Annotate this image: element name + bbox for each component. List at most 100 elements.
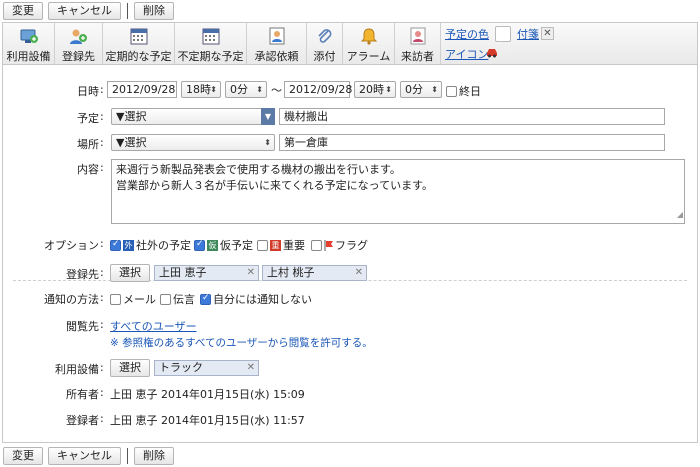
registrants-label: 登録先	[66, 268, 99, 281]
notify-message[interactable]: 伝言	[160, 291, 195, 307]
toolbar-registrant[interactable]: 登録先	[55, 23, 103, 64]
content-line: 来週行う新製品発表会で使用する機材の搬出を行います。	[116, 163, 401, 176]
equipment-select-button[interactable]: 選択	[110, 359, 150, 377]
change-button[interactable]: 変更	[3, 447, 43, 465]
checkbox[interactable]	[446, 85, 457, 97]
end-min-value: 0分	[405, 83, 423, 96]
visitor-icon	[408, 26, 428, 46]
schedule-color-link[interactable]: 予定の色	[445, 26, 489, 42]
colon: :	[100, 136, 104, 149]
checkbox[interactable]	[110, 293, 121, 305]
plan-label: 予定	[77, 112, 99, 125]
toolbar-label: アラーム	[346, 50, 391, 63]
delete-button[interactable]: 削除	[134, 2, 174, 20]
registrar-date: 2014年01月15日(水) 11:57	[161, 414, 305, 427]
content-row: 内容 : 来週行う新製品発表会で使用する機材の搬出を行います。 営業部から新人３…	[3, 159, 697, 225]
option-important[interactable]: 重重要	[257, 237, 305, 253]
colon: :	[100, 161, 104, 174]
select-arrow-icon: ⬍	[385, 85, 392, 94]
close-icon[interactable]: ✕	[541, 27, 554, 40]
notify-self-none[interactable]: 自分には通知しない	[200, 291, 312, 307]
paperclip-icon	[315, 26, 335, 46]
dropdown-arrow-icon[interactable]: ▼	[261, 108, 275, 125]
option-label: フラグ	[335, 239, 368, 252]
plan-title-input[interactable]: 機材搬出	[279, 108, 665, 125]
plan-preset-select[interactable]: ▼選択	[111, 108, 275, 125]
select-arrow-icon: ⬍	[256, 85, 263, 94]
end-date-input[interactable]: 2012/09/28	[284, 81, 352, 98]
checkbox[interactable]	[257, 239, 268, 251]
all-users-link[interactable]: すべてのユーザー	[110, 318, 197, 334]
registrant-name: 上村 桃子	[267, 266, 315, 279]
change-button[interactable]: 変更	[3, 2, 43, 20]
end-min-select[interactable]: 0分 ⬍	[400, 81, 442, 98]
toolbar-alarm[interactable]: アラーム	[343, 23, 395, 64]
cancel-button[interactable]: キャンセル	[48, 447, 121, 465]
viewers-label: 閲覧先	[66, 320, 99, 333]
cancel-button[interactable]: キャンセル	[48, 2, 121, 20]
checkbox[interactable]	[110, 239, 121, 251]
start-hour-select[interactable]: 18時 ⬍	[181, 81, 221, 98]
options-label: オプション	[44, 239, 99, 252]
notify-email[interactable]: メール	[110, 291, 156, 307]
content-line: 営業部から新人３名が手伝いに来てくれる予定になっています。	[116, 179, 434, 192]
remove-icon[interactable]: ✕	[247, 266, 255, 280]
equipment-label: 利用設備	[55, 363, 99, 376]
remove-icon[interactable]: ✕	[355, 266, 363, 280]
icon-link[interactable]: アイコン	[445, 46, 488, 62]
equipment-icon	[19, 26, 39, 46]
resize-handle-icon[interactable]: ◢	[677, 207, 683, 223]
separator	[127, 448, 128, 464]
tentative-badge-icon: 仮	[207, 239, 218, 251]
toolbar-recurring[interactable]: 定期的な予定	[103, 23, 175, 64]
color-swatch[interactable]	[495, 26, 511, 42]
colon: :	[100, 237, 104, 250]
plan-row: 予定 : ▼選択 ▼ 機材搬出	[3, 108, 697, 128]
place-input[interactable]: 第一倉庫	[279, 134, 665, 151]
sticky-link[interactable]: 付箋	[517, 26, 539, 42]
registrants-row: 登録先 : 選択 上田 恵子 ✕ 上村 桃子 ✕	[3, 263, 697, 283]
end-hour-select[interactable]: 20時 ⬍	[354, 81, 396, 98]
owner-name: 上田 恵子	[110, 388, 158, 401]
allday-checkbox[interactable]: 終日	[446, 83, 481, 99]
option-label: 社外の予定	[136, 239, 191, 252]
content-textarea[interactable]: 来週行う新製品発表会で使用する機材の搬出を行います。 営業部から新人３名が手伝い…	[111, 159, 685, 224]
equipment-chip: トラック ✕	[154, 360, 259, 376]
option-flag[interactable]: フラグ	[311, 237, 368, 253]
option-external[interactable]: 外社外の予定	[110, 237, 191, 253]
start-hour-value: 18時	[186, 83, 211, 96]
option-label: 仮予定	[220, 239, 253, 252]
place-preset-select[interactable]: ▼選択 ⬍	[111, 134, 275, 151]
registrar-row: 登録者 : 上田 恵子 2014年01月15日(水) 11:57	[3, 411, 697, 429]
colon: :	[100, 83, 104, 96]
owner-label: 所有者	[66, 388, 99, 401]
delete-button[interactable]: 削除	[134, 447, 174, 465]
start-min-select[interactable]: 0分 ⬍	[225, 81, 267, 98]
checkbox[interactable]	[194, 239, 205, 251]
registrants-select-button[interactable]: 選択	[110, 264, 150, 282]
toolbar-approval[interactable]: 承認依頼	[247, 23, 307, 64]
toolbar-label: 添付	[313, 50, 336, 63]
toolbar-label: 登録先	[62, 50, 95, 63]
schedule-edit-panel: 利用設備 登録先 定期的な予定 不定期な予定 承認依頼 添付 アラーム 来訪者 …	[2, 22, 698, 443]
equipment-row: 利用設備 : 選択 トラック ✕	[3, 358, 697, 378]
datetime-row: 日時 : 2012/09/28 18時 ⬍ 0分 ⬍ 〜 2012/09/28 20…	[3, 81, 697, 101]
toolbar-extra: 予定の色 付箋 ✕ アイコン	[441, 23, 697, 64]
remove-icon[interactable]: ✕	[247, 361, 255, 375]
toolbar-attach[interactable]: 添付	[307, 23, 343, 64]
option-tentative[interactable]: 仮仮予定	[194, 237, 253, 253]
toolbar-visitor[interactable]: 来訪者	[395, 23, 441, 64]
calendar-icon	[129, 26, 149, 46]
checkbox[interactable]	[160, 293, 171, 305]
start-date-input[interactable]: 2012/09/28	[107, 81, 177, 98]
toolbar-irregular[interactable]: 不定期な予定	[175, 23, 247, 64]
end-hour-value: 20時	[359, 83, 384, 96]
toolbar-equipment[interactable]: 利用設備	[3, 23, 55, 64]
select-arrow-icon: ⬍	[431, 85, 438, 94]
start-min-value: 0分	[230, 83, 248, 96]
checkbox[interactable]	[200, 293, 211, 305]
colon: :	[100, 291, 104, 304]
colon: :	[100, 266, 104, 279]
registrant-name: 上田 恵子	[159, 266, 207, 279]
checkbox[interactable]	[311, 239, 322, 251]
